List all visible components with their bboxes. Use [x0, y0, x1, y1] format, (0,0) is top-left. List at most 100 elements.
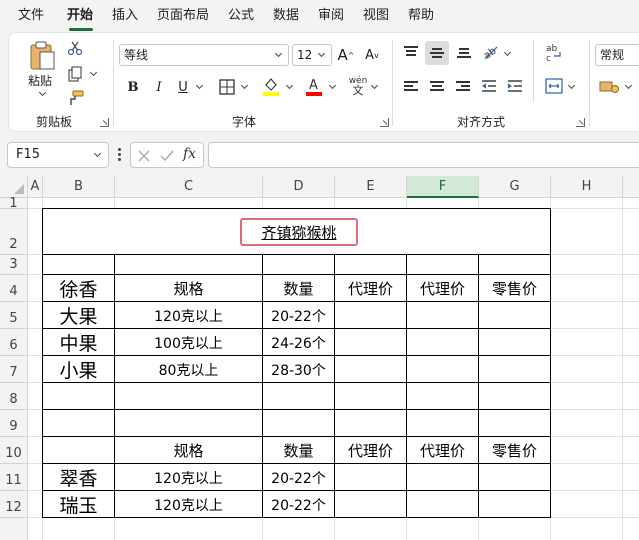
font-name-select[interactable]: 等线	[119, 44, 289, 66]
column-header-f[interactable]: F	[407, 176, 479, 198]
number-format-select[interactable]: 常规	[595, 44, 639, 66]
clipboard-launcher-icon[interactable]	[100, 118, 109, 127]
alignment-launcher-icon[interactable]	[576, 118, 585, 127]
menu-view[interactable]: 视图	[363, 8, 389, 24]
cell-b7[interactable]: 小果	[43, 356, 114, 383]
menu-data[interactable]: 数据	[273, 8, 299, 24]
column-header-h[interactable]: H	[551, 176, 623, 198]
cell-b5[interactable]: 大果	[43, 302, 114, 329]
cell-f4[interactable]: 代理价	[407, 275, 478, 302]
cell-d6[interactable]: 24-26个	[263, 329, 334, 356]
decrease-indent-icon[interactable]	[481, 79, 497, 93]
cell-c10[interactable]: 规格	[115, 437, 262, 464]
menu-formulas[interactable]: 公式	[228, 8, 254, 24]
bottom-align-icon[interactable]	[457, 48, 471, 60]
menu-help[interactable]: 帮助	[408, 8, 434, 24]
cell-c5[interactable]: 120克以上	[115, 302, 262, 329]
row-header-13[interactable]	[0, 518, 28, 540]
cell-d5[interactable]: 20-22个	[263, 302, 334, 329]
cell-c7[interactable]: 80克以上	[115, 356, 262, 383]
row-header-5[interactable]: 5	[0, 302, 28, 329]
row-header-8[interactable]: 8	[0, 383, 28, 410]
cell-g10[interactable]: 零售价	[479, 437, 550, 464]
decrease-font-size-button[interactable]: Av	[362, 44, 382, 66]
cell-d12[interactable]: 20-22个	[263, 491, 334, 518]
row-header-10[interactable]: 10	[0, 437, 28, 464]
name-box-value: F15	[16, 147, 41, 162]
cell-b4[interactable]: 徐香	[43, 275, 114, 302]
row-header-7[interactable]: 7	[0, 356, 28, 383]
menu-insert[interactable]: 插入	[112, 8, 138, 24]
paste-button[interactable]: 粘贴	[24, 38, 62, 100]
row-header-1[interactable]: 1	[0, 196, 28, 211]
cell-c11[interactable]: 120克以上	[115, 464, 262, 491]
paste-dropdown-caret[interactable]	[38, 88, 47, 97]
group-separator	[113, 40, 114, 126]
column-header-g[interactable]: G	[479, 176, 551, 198]
row-header-2[interactable]: 2	[0, 209, 28, 255]
align-center-icon[interactable]	[430, 81, 444, 93]
merge-center-icon[interactable]	[545, 78, 563, 94]
name-box[interactable]: F15	[7, 142, 109, 168]
font-size-select[interactable]: 12	[292, 44, 332, 66]
top-align-icon[interactable]	[404, 46, 418, 58]
column-header-next[interactable]	[623, 176, 639, 198]
cell-e10[interactable]: 代理价	[335, 437, 406, 464]
copy-icon[interactable]	[67, 66, 83, 82]
cell-d4[interactable]: 数量	[263, 275, 334, 302]
insert-function-button[interactable]: fx	[183, 146, 196, 162]
column-header-d[interactable]: D	[263, 176, 335, 198]
cell-g4[interactable]: 零售价	[479, 275, 550, 302]
enter-check-icon[interactable]	[159, 149, 175, 163]
font-color-icon[interactable]: A	[305, 76, 323, 96]
phonetic-guide-icon[interactable]: wén 文	[348, 77, 368, 97]
cell-f10[interactable]: 代理价	[407, 437, 478, 464]
wrap-text-icon[interactable]: ab c	[545, 42, 563, 62]
italic-button[interactable]: I	[150, 78, 168, 96]
cell-d11[interactable]: 20-22个	[263, 464, 334, 491]
borders-icon[interactable]	[219, 79, 235, 95]
format-painter-icon[interactable]	[67, 90, 84, 106]
number-format-value: 常规	[600, 48, 625, 62]
row-header-9[interactable]: 9	[0, 410, 28, 437]
font-launcher-icon[interactable]	[380, 118, 389, 127]
menu-page-layout[interactable]: 页面布局	[157, 8, 209, 24]
align-left-icon[interactable]	[404, 81, 418, 93]
column-header-c[interactable]: C	[115, 176, 263, 198]
sheet-title[interactable]: 齐镇猕猴桃	[240, 218, 358, 246]
orientation-icon[interactable]: ab	[482, 43, 500, 61]
column-header-a[interactable]: A	[28, 176, 43, 198]
more-options-icon[interactable]	[118, 148, 121, 162]
row-header-3[interactable]: 3	[0, 255, 28, 275]
menu-file[interactable]: 文件	[18, 8, 44, 24]
formula-input[interactable]	[208, 142, 639, 168]
cell-c6[interactable]: 100克以上	[115, 329, 262, 356]
increase-font-size-button[interactable]: A ^	[336, 44, 356, 66]
cut-icon[interactable]	[67, 40, 83, 56]
cell-e4[interactable]: 代理价	[335, 275, 406, 302]
cell-b10[interactable]	[43, 437, 114, 464]
cell-b12[interactable]: 瑞玉	[43, 491, 114, 518]
column-header-e[interactable]: E	[335, 176, 407, 198]
cell-b11[interactable]: 翠香	[43, 464, 114, 491]
bold-button[interactable]: B	[124, 78, 142, 96]
fill-color-icon[interactable]	[262, 76, 280, 96]
row-header-4[interactable]: 4	[0, 275, 28, 302]
underline-button[interactable]: U	[174, 78, 192, 96]
menu-home[interactable]: 开始	[67, 8, 93, 24]
cell-d10[interactable]: 数量	[263, 437, 334, 464]
cell-c4[interactable]: 规格	[115, 275, 262, 302]
row-header-6[interactable]: 6	[0, 329, 28, 356]
align-right-icon[interactable]	[456, 81, 470, 93]
font-group-label: 字体	[232, 115, 257, 129]
row-header-11[interactable]: 11	[0, 464, 28, 491]
increase-indent-icon[interactable]	[507, 79, 523, 93]
accounting-format-icon[interactable]	[599, 80, 619, 94]
menu-review[interactable]: 审阅	[318, 8, 344, 24]
cancel-icon[interactable]	[137, 149, 151, 163]
cell-d7[interactable]: 28-30个	[263, 356, 334, 383]
column-header-b[interactable]: B	[43, 176, 115, 198]
row-header-12[interactable]: 12	[0, 491, 28, 518]
cell-c12[interactable]: 120克以上	[115, 491, 262, 518]
cell-b6[interactable]: 中果	[43, 329, 114, 356]
